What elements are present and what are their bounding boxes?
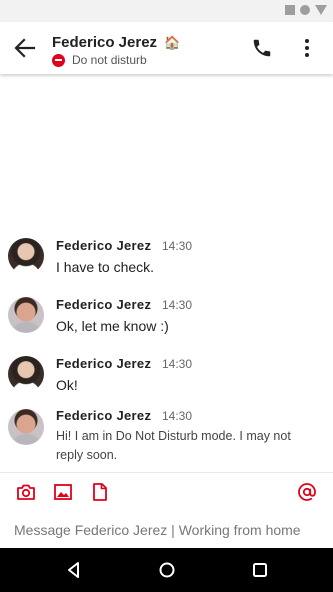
message-sender[interactable]: Federico Jerez — [56, 408, 151, 423]
message-text: Ok! — [56, 377, 78, 393]
message-text: Ok, let me know :) — [56, 318, 169, 334]
file-icon — [93, 483, 107, 501]
status-signal-icon — [315, 5, 327, 15]
status-label: Do not disturb — [72, 53, 147, 67]
status-bar — [0, 0, 333, 22]
message-time: 14:30 — [162, 239, 193, 253]
back-button[interactable] — [12, 36, 38, 60]
contact-name[interactable]: Federico Jerez 🏠 — [52, 34, 180, 51]
camera-icon — [17, 484, 35, 500]
avatar[interactable] — [8, 238, 44, 274]
nav-home-icon — [159, 562, 175, 578]
status-icons — [285, 5, 327, 15]
house-emoji-icon: 🏠 — [164, 35, 181, 50]
message-composer — [0, 472, 333, 549]
at-icon — [298, 483, 316, 501]
avatar[interactable] — [8, 356, 44, 392]
avatar[interactable] — [8, 409, 44, 445]
more-options-button[interactable] — [300, 36, 314, 60]
more-vert-icon — [305, 39, 309, 57]
message-sender[interactable]: Federico Jerez — [56, 238, 151, 253]
status-circle-icon — [300, 5, 310, 15]
nav-home-button[interactable] — [157, 560, 177, 580]
message-time: 14:30 — [162, 357, 193, 371]
camera-button[interactable] — [16, 482, 36, 502]
image-button[interactable] — [53, 482, 73, 502]
phone-icon — [253, 39, 271, 57]
status-row: Do not disturb — [52, 53, 147, 67]
call-button[interactable] — [251, 37, 273, 59]
mention-button[interactable] — [297, 482, 317, 502]
nav-back-icon — [68, 562, 79, 578]
message-sender[interactable]: Federico Jerez — [56, 297, 151, 312]
message-list: Federico Jerez 14:30 I have to check. Fe… — [0, 74, 333, 472]
do-not-disturb-icon — [52, 53, 65, 67]
nav-recents-button[interactable] — [250, 560, 270, 580]
avatar[interactable] — [8, 297, 44, 333]
nav-back-button[interactable] — [64, 560, 84, 580]
image-icon — [54, 484, 72, 500]
file-button[interactable] — [90, 482, 110, 502]
message-input[interactable] — [14, 519, 324, 541]
message-sender[interactable]: Federico Jerez — [56, 356, 151, 371]
chat-screen: Federico Jerez 🏠 Do not disturb Federico… — [0, 0, 333, 592]
arrow-left-icon — [14, 38, 36, 58]
contact-name-text: Federico Jerez — [52, 34, 158, 51]
message-time: 14:30 — [162, 298, 193, 312]
message-time: 14:30 — [162, 409, 193, 423]
message-text: Hi! I am in Do Not Disturb mode. I may n… — [56, 429, 291, 462]
system-navigation-bar — [0, 548, 333, 592]
nav-recents-icon — [253, 563, 267, 577]
status-square-icon — [285, 5, 295, 15]
message-text: I have to check. — [56, 259, 155, 275]
chat-header: Federico Jerez 🏠 Do not disturb — [0, 22, 333, 74]
